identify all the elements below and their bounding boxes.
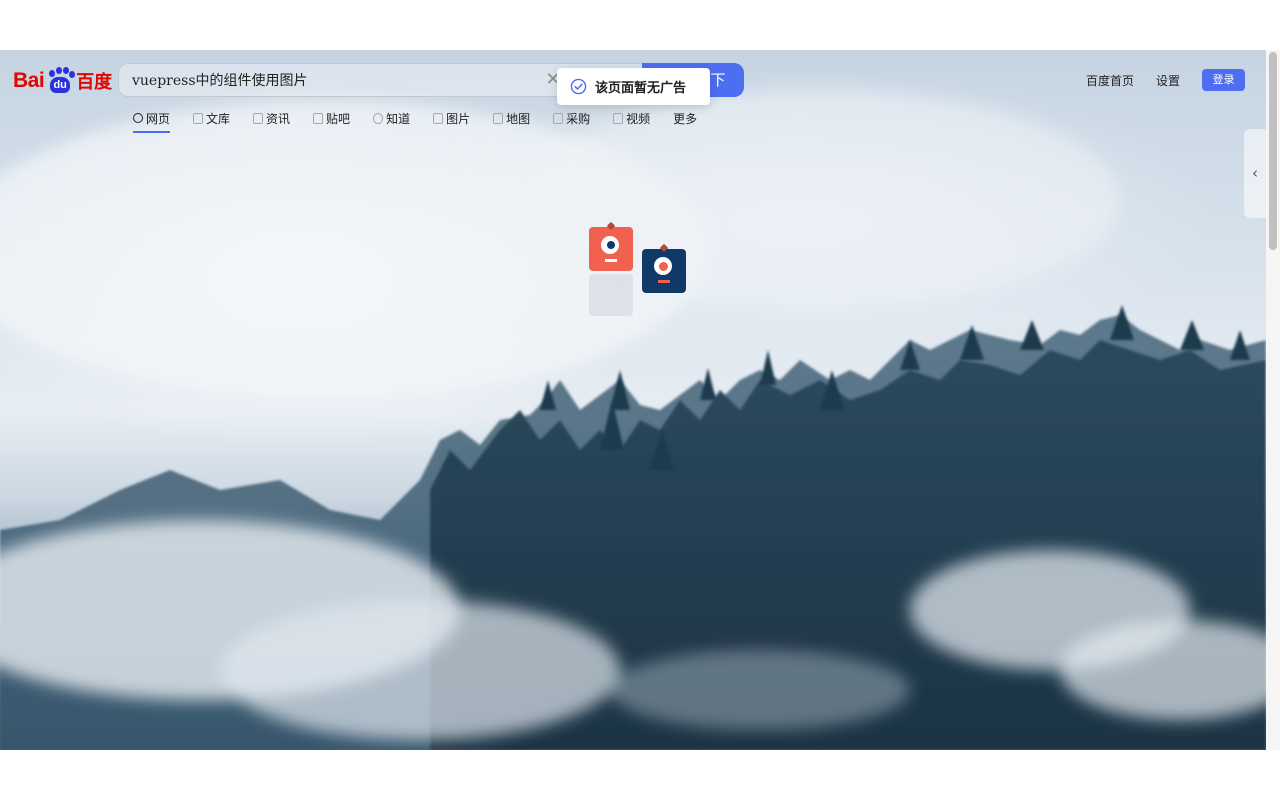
tab-label: 网页 <box>146 111 171 126</box>
tab-images[interactable]: 图片 <box>433 109 470 127</box>
background-scene <box>0 50 1266 750</box>
document-icon <box>193 112 204 124</box>
tab-label: 贴吧 <box>326 111 351 126</box>
tab-zhidao[interactable]: 知道 <box>373 109 410 127</box>
logo-latin-text: Bai <box>13 69 45 92</box>
tab-label: 图片 <box>446 111 471 126</box>
chevron-left-icon: ‹ <box>1252 164 1258 182</box>
no-ads-toast: 该页面暂无广告 <box>557 68 710 105</box>
check-circle-icon <box>570 78 587 95</box>
tab-more[interactable]: 更多 <box>673 109 697 127</box>
home-link[interactable]: 百度首页 <box>1086 72 1134 89</box>
settings-link[interactable]: 设置 <box>1156 72 1180 89</box>
side-panel-toggle[interactable]: ‹ <box>1244 129 1266 218</box>
tab-label: 知道 <box>386 111 411 126</box>
misty-forest-image <box>0 90 1266 750</box>
navy-mascot-icon <box>642 243 686 293</box>
tab-label: 采购 <box>566 111 591 126</box>
toast-message: 该页面暂无广告 <box>595 81 687 96</box>
scrollbar-thumb[interactable] <box>1269 52 1277 250</box>
video-icon <box>613 112 624 124</box>
page-scrollbar[interactable] <box>1266 50 1280 750</box>
tieba-icon <box>313 112 324 124</box>
orange-mascot-shadow <box>589 274 633 316</box>
shopping-icon <box>553 112 564 124</box>
logo-paw-text: du <box>50 77 71 93</box>
map-icon <box>493 112 504 124</box>
tab-wenku[interactable]: 文库 <box>193 109 230 127</box>
tab-label: 更多 <box>673 111 698 126</box>
search-input[interactable] <box>132 64 542 96</box>
top-right-links: 百度首页 设置 登录 <box>1086 69 1245 91</box>
tab-label: 资讯 <box>266 111 291 126</box>
tab-label: 地图 <box>506 111 531 126</box>
search-icon <box>133 113 143 123</box>
image-icon <box>433 112 444 124</box>
tab-label: 视频 <box>626 111 651 126</box>
search-category-tabs: 网页 文库 资讯 贴吧 知道 图片 地图 采购 视频 更多 <box>133 109 720 135</box>
tab-label: 文库 <box>206 111 231 126</box>
tab-shopping[interactable]: 采购 <box>553 109 590 127</box>
logo-cn-text: 百度 <box>76 72 113 93</box>
login-button[interactable]: 登录 <box>1202 69 1245 91</box>
tab-tieba[interactable]: 贴吧 <box>313 109 350 127</box>
search-button-label: 下 <box>710 71 726 89</box>
baidu-logo[interactable]: Bai du 百度 <box>13 66 112 96</box>
tab-video[interactable]: 视频 <box>613 109 650 127</box>
news-icon <box>253 112 264 124</box>
paw-icon: du <box>45 67 76 95</box>
orange-mascot-icon <box>589 221 633 271</box>
tab-news[interactable]: 资讯 <box>253 109 290 127</box>
tab-web[interactable]: 网页 <box>133 109 171 133</box>
question-icon <box>373 112 384 124</box>
tab-map[interactable]: 地图 <box>493 109 530 127</box>
